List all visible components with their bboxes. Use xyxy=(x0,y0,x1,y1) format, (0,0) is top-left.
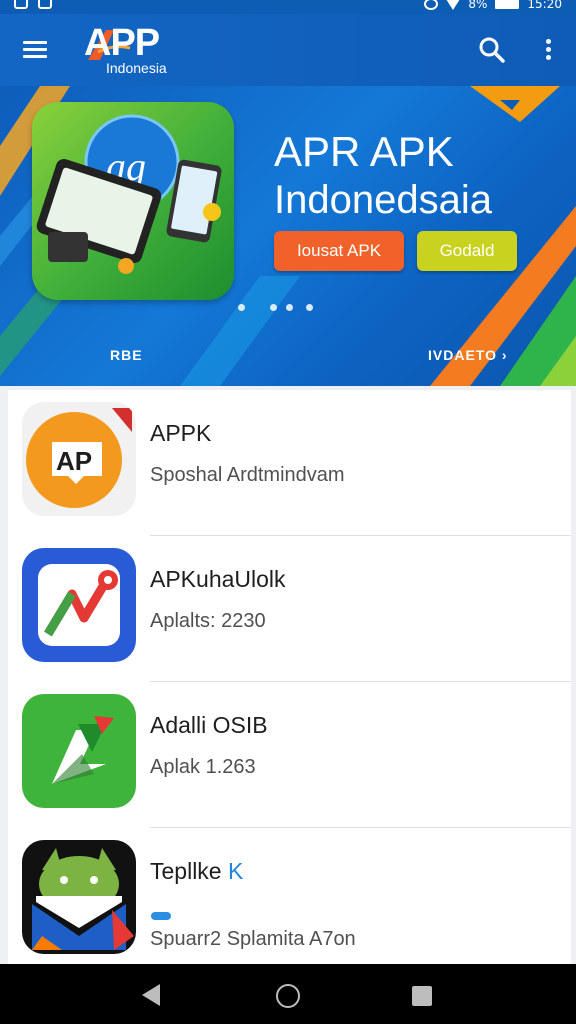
app-name: APPK xyxy=(150,420,212,446)
menu-icon xyxy=(23,41,47,44)
app-logo[interactable]: APP Indonesia xyxy=(84,22,194,78)
apk-badge-icon: AP xyxy=(26,408,132,508)
install-apk-button[interactable]: Iousat APK xyxy=(274,231,404,271)
carousel-dot[interactable] xyxy=(270,304,277,311)
app-bar: APP Indonesia xyxy=(0,14,576,86)
app-icon xyxy=(22,548,136,662)
banner-more-link[interactable]: IVDAETO › xyxy=(428,347,508,363)
carousel-dot[interactable] xyxy=(306,304,313,311)
banner-left-label[interactable]: RBE xyxy=(110,347,143,363)
more-vert-icon-dot xyxy=(546,55,551,60)
list-item[interactable]: AP APPK Sposhal Ardtmindvam xyxy=(8,390,571,536)
list-item[interactable]: Tepllke K Spuarr2 Splamita A7on xyxy=(8,828,571,964)
wifi-icon xyxy=(446,0,461,10)
menu-button[interactable] xyxy=(20,36,50,64)
app-icon xyxy=(22,840,136,954)
download-button[interactable]: Godald xyxy=(417,231,517,271)
app-name: Tepllke K xyxy=(150,858,243,885)
green-arrow-icon xyxy=(52,716,114,784)
phones-illustration-icon: ag xyxy=(36,114,222,274)
menu-icon-line xyxy=(23,55,47,58)
list-item[interactable]: Adalli OSIB Aplak 1.263 xyxy=(8,682,571,828)
back-icon[interactable] xyxy=(142,984,160,1006)
mute-icon xyxy=(424,0,439,10)
message-icon xyxy=(38,0,52,9)
chevron-right-icon: › xyxy=(501,347,508,363)
search-button[interactable] xyxy=(478,36,506,64)
banner-title-line2: Indonedsaia xyxy=(274,178,492,222)
app-name-accent: K xyxy=(228,858,244,884)
trend-arrow-icon xyxy=(38,564,120,646)
list-item[interactable]: APKuhaUlolk Aplalts: 2230 xyxy=(8,536,571,682)
battery-percent: 8% xyxy=(468,0,488,11)
notification-icon xyxy=(14,0,28,9)
banner-title-line1: APR APK xyxy=(274,128,454,175)
app-subtitle: Aplak 1.263 xyxy=(150,756,256,778)
android-mail-icon xyxy=(32,848,134,950)
app-list: AP APPK Sposhal Ardtmindvam APKuhaUlolk … xyxy=(8,390,571,964)
app-subtitle: Aplalts: 2230 xyxy=(150,610,266,632)
more-vert-icon xyxy=(546,39,551,44)
more-options-button[interactable] xyxy=(538,36,558,64)
carousel-dot[interactable] xyxy=(286,304,293,311)
system-nav-bar xyxy=(0,964,576,1024)
app-name-main: Tepllke xyxy=(150,858,222,884)
status-pill xyxy=(151,912,171,920)
app-icon: AP xyxy=(22,402,136,516)
svg-text:AP: AP xyxy=(56,446,92,476)
carousel-dot[interactable] xyxy=(238,304,245,311)
app-subtitle: Sposhal Ardtmindvam xyxy=(150,464,345,486)
app-name: Adalli OSIB xyxy=(150,712,268,738)
banner-more-link-label: IVDAETO xyxy=(428,347,497,363)
carousel-indicator[interactable] xyxy=(236,304,316,314)
status-bar: 8% 15:20 xyxy=(0,0,576,14)
logo-subtitle: Indonesia xyxy=(106,60,167,76)
logo-text: APP xyxy=(84,22,160,64)
app-icon xyxy=(22,694,136,808)
app-subtitle: Spuarr2 Splamita A7on xyxy=(150,928,356,950)
promo-banner[interactable]: ag APR APK Indonedsaia Iousat APK Godald… xyxy=(0,86,576,386)
app-name: APKuhaUlolk xyxy=(150,566,286,592)
menu-icon-line xyxy=(23,48,47,51)
more-vert-icon-dot xyxy=(546,47,551,52)
recents-icon[interactable] xyxy=(412,986,432,1006)
home-icon[interactable] xyxy=(276,984,300,1008)
clock: 15:20 xyxy=(527,0,562,11)
search-icon xyxy=(479,37,505,63)
banner-app-icon: ag xyxy=(32,102,234,300)
battery-icon xyxy=(495,0,520,9)
